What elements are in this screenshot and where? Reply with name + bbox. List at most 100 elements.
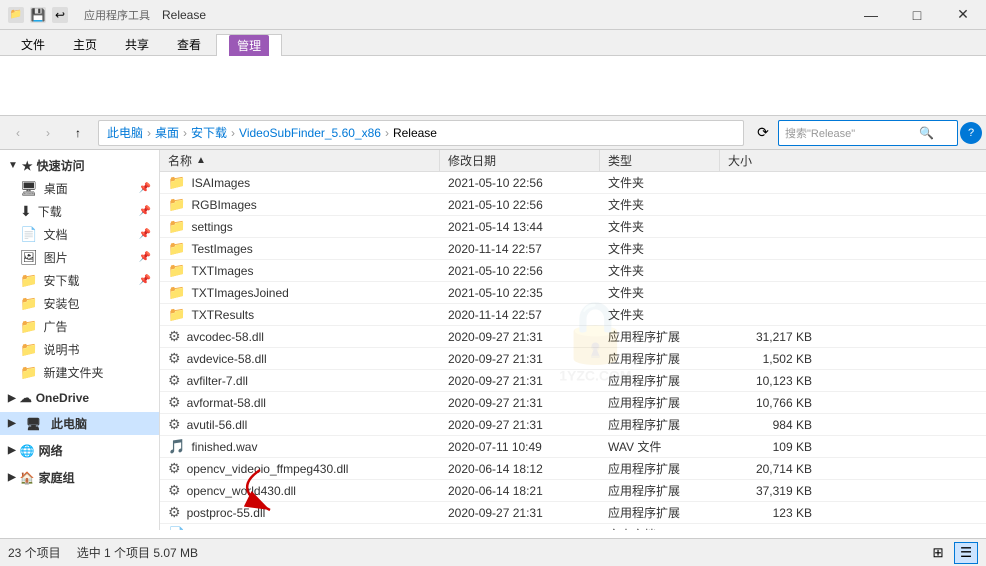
breadcrumb-pc[interactable]: 此电脑 [107,124,143,141]
network-label: 网络 [39,442,63,459]
pin-icon4: 📌 [139,252,151,263]
forward-button[interactable]: › [34,120,62,146]
breadcrumb-app[interactable]: VideoSubFinder_5.60_x86 [239,126,381,140]
search-bar[interactable]: 🔍 [778,120,958,146]
file-row[interactable]: 📁 TXTImages 2021-05-10 22:56 文件夹 [160,260,986,282]
file-item-icon: 📁 [168,218,185,235]
sidebar-item-newfolder[interactable]: 📁 新建文件夹 [0,361,159,384]
tab-manage[interactable]: 管理 [216,34,282,56]
file-row[interactable]: ⚙ avfilter-7.dll 2020-09-27 21:31 应用程序扩展… [160,370,986,392]
tab-share[interactable]: 共享 [112,33,162,55]
file-cell-type: 文件夹 [600,218,720,235]
tab-view[interactable]: 查看 [164,33,214,55]
address-bar[interactable]: 此电脑 › 桌面 › 安下载 › VideoSubFinder_5.60_x86… [98,120,744,146]
sidebar-header-quickaccess[interactable]: ▼ ★ 快速访问 [0,154,159,177]
sidebar-section-network: ▶ 🌐 网络 [0,439,159,462]
sidebar-item-pictures[interactable]: 🖼 图片 📌 [0,246,159,269]
file-cell-name: 📄 report.log [160,526,440,530]
file-row[interactable]: ⚙ avcodec-58.dll 2020-09-27 21:31 应用程序扩展… [160,326,986,348]
sidebar-header-onedrive[interactable]: ▶ ☁ OneDrive [0,388,159,408]
sidebar-item-ad[interactable]: 📁 广告 [0,315,159,338]
window-title: Release [162,8,206,22]
breadcrumb-release[interactable]: Release [393,126,437,140]
sidebar-item-manual[interactable]: 📁 说明书 [0,338,159,361]
status-selected: 选中 1 个项目 5.07 MB [77,544,198,561]
file-item-icon: ⚙ [168,482,181,499]
view-list-button[interactable]: ☰ [954,542,978,564]
breadcrumb-downloads[interactable]: 安下载 [191,124,227,141]
file-cell-name: ⚙ avfilter-7.dll [160,372,440,389]
file-row[interactable]: 📄 report.log 2021-04-15 15:45 文本文档 5 KB [160,524,986,530]
ribbon-content [0,56,986,116]
sidebar-item-installer[interactable]: 📁 安装包 [0,292,159,315]
newfolder-icon: 📁 [20,364,37,381]
sidebar-header-thispc[interactable]: ▶ 🖥 此电脑 [0,412,159,435]
file-row[interactable]: 📁 TXTImagesJoined 2021-05-10 22:35 文件夹 [160,282,986,304]
sidebar-item-desktop[interactable]: 🖥 桌面 📌 [0,177,159,200]
file-row[interactable]: 🎵 finished.wav 2020-07-11 10:49 WAV 文件 1… [160,436,986,458]
file-cell-size: 123 KB [720,506,820,520]
file-cell-type: 文件夹 [600,174,720,191]
downloads-label: 下载 [38,203,62,220]
file-cell-name: 📁 TXTImagesJoined [160,284,440,301]
search-input[interactable] [785,127,915,139]
file-cell-type: 应用程序扩展 [600,416,720,433]
file-item-icon: 🎵 [168,438,185,455]
file-row[interactable]: ⚙ avformat-58.dll 2020-09-27 21:31 应用程序扩… [160,392,986,414]
file-row[interactable]: 📁 RGBImages 2021-05-10 22:56 文件夹 [160,194,986,216]
file-row[interactable]: 📁 ISAImages 2021-05-10 22:56 文件夹 [160,172,986,194]
file-cell-type: 应用程序扩展 [600,504,720,521]
desktop-icon: 🖥 [20,180,38,197]
file-item-name: opencv_world430.dll [187,484,296,498]
back-button[interactable]: ‹ [4,120,32,146]
sidebar-header-homegroup[interactable]: ▶ 🏠 家庭组 [0,466,159,489]
col-date-label: 修改日期 [448,152,496,169]
file-row[interactable]: ⚙ avutil-56.dll 2020-09-27 21:31 应用程序扩展 … [160,414,986,436]
view-grid-button[interactable]: ⊞ [926,542,950,564]
maximize-button[interactable]: □ [894,0,940,30]
col-size-label: 大小 [728,152,752,169]
file-row[interactable]: ⚙ opencv_world430.dll 2020-06-14 18:21 应… [160,480,986,502]
close-button[interactable]: ✕ [940,0,986,30]
col-header-type[interactable]: 类型 [600,150,720,171]
main-area: ▼ ★ 快速访问 🖥 桌面 📌 ⬇ 下载 📌 📄 文档 📌 [0,150,986,530]
col-header-size[interactable]: 大小 [720,150,820,171]
sidebar-item-docs[interactable]: 📄 文档 📌 [0,223,159,246]
sidebar-header-network[interactable]: ▶ 🌐 网络 [0,439,159,462]
breadcrumb-desktop[interactable]: 桌面 [155,124,179,141]
file-cell-type: 应用程序扩展 [600,394,720,411]
nav-bar: ‹ › ↑ 此电脑 › 桌面 › 安下载 › VideoSubFinder_5.… [0,116,986,150]
file-cell-name: ⚙ avformat-58.dll [160,394,440,411]
file-cell-size: 20,714 KB [720,462,820,476]
file-cell-size: 10,766 KB [720,396,820,410]
col-header-date[interactable]: 修改日期 [440,150,600,171]
breadcrumb-sep1: › [147,126,151,140]
file-cell-date: 2020-06-14 18:12 [440,462,600,476]
docs-label: 文档 [43,226,67,243]
sidebar-section-onedrive: ▶ ☁ OneDrive [0,388,159,408]
file-row[interactable]: 📁 TestImages 2020-11-14 22:57 文件夹 [160,238,986,260]
file-row[interactable]: ⚙ postproc-55.dll 2020-09-27 21:31 应用程序扩… [160,502,986,524]
file-row[interactable]: 📁 settings 2021-05-14 13:44 文件夹 [160,216,986,238]
pin-icon2: 📌 [139,206,151,217]
refresh-button[interactable]: ⟳ [750,120,776,146]
file-row[interactable]: 📁 TXTResults 2020-11-14 22:57 文件夹 [160,304,986,326]
help-button[interactable]: ? [960,122,982,144]
tab-file[interactable]: 文件 [8,33,58,55]
pin-icon3: 📌 [139,229,151,240]
tools-label: 应用程序工具 [84,7,150,23]
file-row[interactable]: ⚙ avdevice-58.dll 2020-09-27 21:31 应用程序扩… [160,348,986,370]
minimize-button[interactable]: — [848,0,894,30]
sidebar-item-downloads[interactable]: ⬇ 下载 📌 [0,200,159,223]
col-header-name[interactable]: 名称 ▲ [160,150,440,171]
up-button[interactable]: ↑ [64,120,92,146]
file-cell-date: 2020-09-27 21:31 [440,418,600,432]
file-item-icon: 📄 [168,526,185,530]
file-row[interactable]: ⚙ opencv_videoio_ffmpeg430.dll 2020-06-1… [160,458,986,480]
file-cell-date: 2020-09-27 21:31 [440,396,600,410]
tab-home[interactable]: 主页 [60,33,110,55]
sidebar-item-andown[interactable]: 📁 安下载 📌 [0,269,159,292]
file-item-name: TXTImages [191,264,253,278]
file-item-icon: ⚙ [168,328,181,345]
pictures-label: 图片 [44,249,68,266]
